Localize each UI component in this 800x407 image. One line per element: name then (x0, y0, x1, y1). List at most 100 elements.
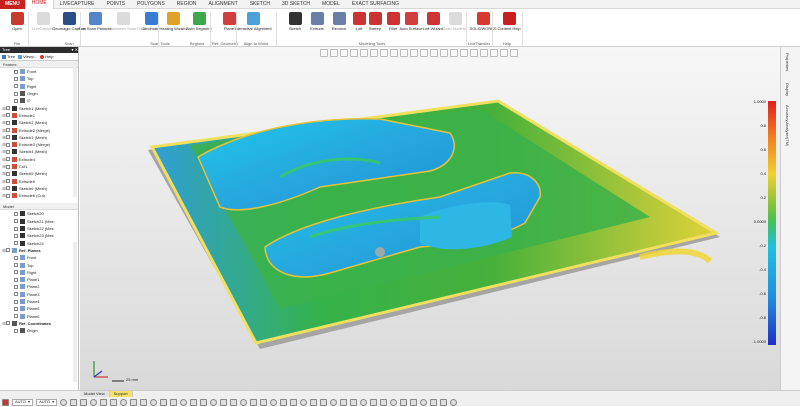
tree-item[interactable]: ⊞ Extrude2 (Merge) (0, 126, 78, 133)
tree-item[interactable]: ⊞ Extrude6 (Cut) (0, 192, 78, 199)
tree-item[interactable]: Plane3 (0, 291, 78, 298)
visibility-checkbox[interactable] (14, 91, 18, 96)
tree-item[interactable]: Plane6 (0, 313, 78, 320)
menu-tab-sketch[interactable]: SKETCH (244, 0, 276, 9)
tree-item[interactable]: Plane1 (0, 276, 78, 283)
bottom-tool-icon[interactable] (230, 398, 238, 406)
tree-item[interactable]: Sketch24 (0, 240, 78, 247)
tree-item[interactable]: Front (0, 254, 78, 261)
visibility-checkbox[interactable] (6, 157, 10, 162)
bottom-tool-icon[interactable] (260, 398, 268, 406)
visibility-checkbox[interactable] (14, 69, 18, 74)
bottom-tool-icon[interactable] (100, 398, 108, 406)
bottom-tool-icon[interactable] (430, 398, 438, 406)
bottom-tool-icon[interactable] (340, 398, 348, 406)
tree-item[interactable]: ⊞ Sketch3 (Mesh) (0, 134, 78, 141)
visibility-checkbox[interactable] (14, 219, 18, 224)
tree-item[interactable]: Front (0, 68, 78, 75)
healing-wizard-button[interactable]: Healing Wizard (159, 11, 187, 41)
visibility-checkbox[interactable] (6, 113, 10, 118)
bottom-tool-icon[interactable] (380, 398, 388, 406)
bottom-tool-icon[interactable] (120, 398, 128, 406)
visibility-checkbox[interactable] (6, 171, 10, 176)
bottom-tool-icon[interactable] (60, 398, 68, 406)
visibility-checkbox[interactable] (6, 321, 10, 326)
visibility-checkbox[interactable] (14, 306, 18, 311)
menu-tab-3d-sketch[interactable]: 3D SKETCH (276, 0, 316, 9)
auto-segment-button[interactable]: Auto Segment (186, 11, 212, 41)
menu-tab-exact-surfacing[interactable]: EXACT SURFACING (346, 0, 405, 9)
visibility-checkbox[interactable] (14, 255, 18, 260)
tree-item[interactable]: ∅ (0, 97, 78, 104)
tab-help[interactable]: Help (40, 54, 53, 59)
tree-item[interactable]: Sketch23 (Mes (0, 232, 78, 239)
visibility-checkbox[interactable] (14, 284, 18, 289)
bottom-tool-icon[interactable] (280, 398, 288, 406)
bottom-tool-icon[interactable] (270, 398, 278, 406)
visibility-checkbox[interactable] (14, 226, 18, 231)
tree-item[interactable]: Right (0, 269, 78, 276)
visibility-checkbox[interactable] (14, 98, 18, 103)
tree-item[interactable]: ⊞ Sketch1 (Mesh) (0, 104, 78, 111)
visibility-checkbox[interactable] (6, 248, 10, 253)
bottom-tool-icon[interactable] (130, 398, 138, 406)
tree-item[interactable]: Top (0, 75, 78, 82)
menu-tab-points[interactable]: POINTS (100, 0, 131, 9)
visibility-checkbox[interactable] (6, 120, 10, 125)
bottom-tool-icon[interactable] (90, 398, 98, 406)
menu-tab-model[interactable]: MODEL (316, 0, 346, 9)
visibility-checkbox[interactable] (14, 233, 18, 238)
3d-viewport[interactable]: 25 mm 1.0000 0.8 0.6 0.4 0.2 0.0000 -0.2 -0.4 -0… (80, 47, 780, 390)
bottom-tool-icon[interactable] (190, 398, 198, 406)
tab-viewport[interactable]: Viewp... (18, 54, 37, 59)
context-help-button[interactable]: Context Help (496, 11, 522, 41)
tree-item[interactable]: ⊞ Extrude1 (0, 112, 78, 119)
tree-item[interactable]: ⊞ Sketch2 (Mesh) (0, 119, 78, 126)
visibility-checkbox[interactable] (14, 211, 18, 216)
visibility-checkbox[interactable] (14, 270, 18, 275)
bottom-tool-icon[interactable] (310, 398, 318, 406)
bottom-tool-icon[interactable] (440, 398, 448, 406)
visibility-checkbox[interactable] (14, 241, 18, 246)
bottom-tool-icon[interactable] (250, 398, 258, 406)
tree-item[interactable]: ⊞ Extrude4 (0, 156, 78, 163)
bottom-tool-icon[interactable] (410, 398, 418, 406)
tree-item[interactable]: ⊞ Ref. Planes (0, 247, 78, 254)
visibility-checkbox[interactable] (6, 128, 10, 133)
visibility-checkbox[interactable] (6, 193, 10, 198)
bottom-tool-icon[interactable] (110, 398, 118, 406)
feature-scrollbar[interactable] (73, 62, 77, 197)
interactive-alignment-button[interactable]: Interactive Alignment (234, 11, 272, 41)
model-scrollbar[interactable] (73, 242, 77, 382)
menu-tab-alignment[interactable]: ALIGNMENT (203, 0, 244, 9)
bottom-tool-icon[interactable] (160, 398, 168, 406)
menu-file[interactable]: MENU (0, 0, 25, 9)
tree-item[interactable]: Plane4 (0, 298, 78, 305)
tree-item[interactable]: Plane5 (0, 305, 78, 312)
tree-item[interactable]: ⊞ Cut1 (0, 163, 78, 170)
visibility-checkbox[interactable] (14, 277, 18, 282)
bottom-tool-icon[interactable] (350, 398, 358, 406)
bottom-tool-icon[interactable] (300, 398, 308, 406)
bottom-tool-icon[interactable] (150, 398, 158, 406)
bottom-tool-icon[interactable] (360, 398, 368, 406)
visibility-checkbox[interactable] (6, 186, 10, 191)
bottom-tool-icon[interactable] (290, 398, 298, 406)
bottom-tool-icon[interactable] (400, 398, 408, 406)
tab-display[interactable]: Display (785, 83, 790, 96)
tree-item[interactable]: ⊞ Sketch5 (Mesh) (0, 170, 78, 177)
select-mode-dropdown[interactable]: AUTO ▾ (12, 398, 34, 406)
visibility-checkbox[interactable] (6, 149, 10, 154)
bottom-tool-icon[interactable] (390, 398, 398, 406)
visibility-checkbox[interactable] (6, 135, 10, 140)
bottom-tool-icon[interactable] (170, 398, 178, 406)
tree-item[interactable]: ⊞ Extrude5 (0, 177, 78, 184)
visibility-checkbox[interactable] (14, 84, 18, 89)
tree-item[interactable]: Sketch21 (Mes (0, 218, 78, 225)
menu-tab-livecapture[interactable]: LIVECAPTURE (54, 0, 101, 9)
tab-accuracy-analyzer[interactable]: Accuracy Analyzer(TM) (785, 105, 790, 146)
bottom-tool-icon[interactable] (240, 398, 248, 406)
visibility-checkbox[interactable] (6, 164, 10, 169)
tree-item[interactable]: Top (0, 261, 78, 268)
tree-item[interactable]: Origin (0, 327, 78, 334)
